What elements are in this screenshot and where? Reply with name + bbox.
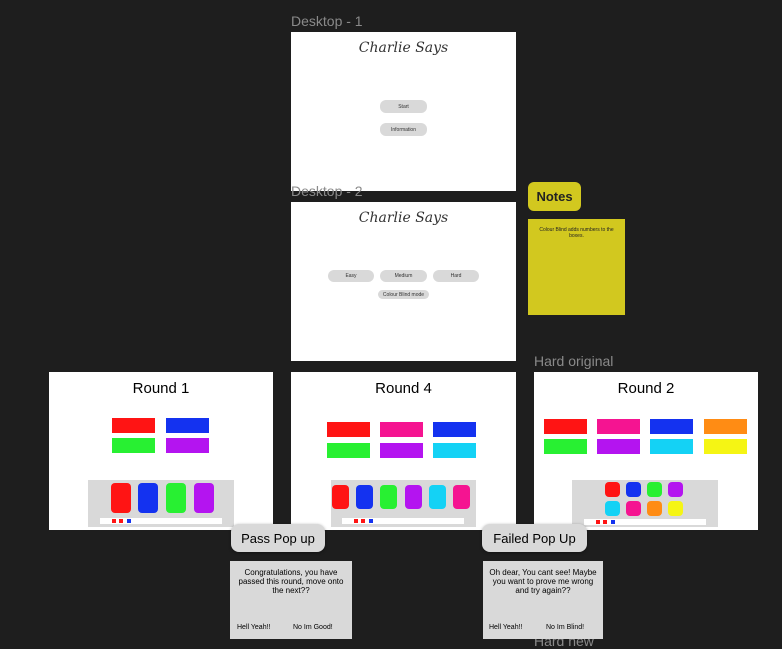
answer-button-purple[interactable] [405, 485, 422, 509]
answer-button-pink[interactable] [453, 485, 470, 509]
app-title: Charlie Says [358, 40, 449, 56]
sequence-dot [611, 520, 615, 524]
color-swatch-green [327, 443, 370, 458]
sequence-dot [127, 519, 131, 523]
color-swatch-orange [704, 419, 747, 434]
app-title: Charlie Says [358, 210, 449, 226]
frame-round-1[interactable]: Round 1 [49, 372, 273, 530]
color-swatch-green [544, 439, 587, 454]
pass-popup-message: Congratulations, you have passed this ro… [238, 568, 344, 596]
sequence-dot [369, 519, 373, 523]
answer-button-blue[interactable] [626, 482, 641, 497]
color-swatch-cyan [650, 439, 693, 454]
pass-popup[interactable]: Congratulations, you have passed this ro… [230, 561, 352, 639]
answer-button-blue[interactable] [356, 485, 373, 509]
color-swatch-red [112, 418, 155, 433]
answer-button-purple[interactable] [668, 482, 683, 497]
start-button[interactable]: Start [380, 100, 427, 113]
color-swatch-pink [597, 419, 640, 434]
answer-button-red[interactable] [111, 483, 131, 513]
sequence-dot [603, 520, 607, 524]
hard-button[interactable]: Hard [433, 270, 479, 282]
answer-button-red[interactable] [605, 482, 620, 497]
round-title: Round 2 [617, 380, 675, 397]
answer-button-blue[interactable] [138, 483, 158, 513]
answer-button-pink[interactable] [626, 501, 641, 516]
failed-popup[interactable]: Oh dear, You cant see! Maybe you want to… [483, 561, 603, 639]
pass-popup-tag[interactable]: Pass Pop up [231, 524, 325, 552]
answer-button-cyan[interactable] [605, 501, 620, 516]
sequence-dot [596, 520, 600, 524]
frame-desktop-2[interactable]: Charlie Says Easy Medium Hard Colour Bli… [291, 202, 516, 361]
sequence-dot [361, 519, 365, 523]
color-swatch-blue [433, 422, 476, 437]
failed-popup-tag[interactable]: Failed Pop Up [482, 524, 587, 552]
frame-round-2[interactable]: Round 2 [534, 372, 758, 530]
medium-button[interactable]: Medium [380, 270, 427, 282]
answer-button-yellow[interactable] [668, 501, 683, 516]
failed-popup-message: Oh dear, You cant see! Maybe you want to… [489, 568, 597, 596]
color-swatch-yellow [704, 439, 747, 454]
sequence-dot [354, 519, 358, 523]
color-swatch-purple [166, 438, 209, 453]
color-swatch-cyan [433, 443, 476, 458]
round-title: Round 4 [375, 380, 432, 397]
color-swatch-red [327, 422, 370, 437]
answer-button-purple[interactable] [194, 483, 214, 513]
color-swatch-purple [597, 439, 640, 454]
sequence-dot [119, 519, 123, 523]
frame-desktop-1[interactable]: Charlie Says Start Information [291, 32, 516, 191]
color-swatch-blue [650, 419, 693, 434]
answer-button-green[interactable] [166, 483, 186, 513]
answer-button-cyan[interactable] [429, 485, 446, 509]
frame-label-desktop-1[interactable]: Desktop - 1 [291, 13, 363, 29]
failed-yes-button[interactable]: Hell Yeah!! [489, 624, 522, 631]
round-title: Round 1 [132, 380, 190, 397]
frame-round-4[interactable]: Round 4 [291, 372, 516, 530]
answer-button-green[interactable] [380, 485, 397, 509]
information-button[interactable]: Information [380, 123, 427, 136]
color-swatch-blue [166, 418, 209, 433]
answer-button-red[interactable] [332, 485, 349, 509]
frame-label-desktop-2[interactable]: Desktop - 2 [291, 183, 363, 199]
pass-no-button[interactable]: No Im Good! [293, 624, 333, 631]
sequence-dot [112, 519, 116, 523]
sequence-bar [100, 518, 222, 524]
color-swatch-pink [380, 422, 423, 437]
answer-tray [331, 480, 476, 527]
frame-label-hard-original[interactable]: Hard original [534, 353, 613, 369]
answer-tray [572, 480, 718, 527]
colour-blind-button[interactable]: Colour Blind mode [378, 290, 429, 299]
answer-button-green[interactable] [647, 482, 662, 497]
color-swatch-green [112, 438, 155, 453]
easy-button[interactable]: Easy [328, 270, 374, 282]
sequence-bar [342, 518, 464, 524]
answer-button-orange[interactable] [647, 501, 662, 516]
sequence-bar [584, 519, 706, 525]
pass-yes-button[interactable]: Hell Yeah!! [237, 624, 270, 631]
answer-tray [88, 480, 234, 527]
color-swatch-purple [380, 443, 423, 458]
color-swatch-red [544, 419, 587, 434]
failed-no-button[interactable]: No Im Blind! [546, 624, 584, 631]
notes-sticky[interactable]: Colour Blind adds numbers to the boxes. [528, 219, 625, 315]
notes-tag[interactable]: Notes [528, 182, 581, 211]
